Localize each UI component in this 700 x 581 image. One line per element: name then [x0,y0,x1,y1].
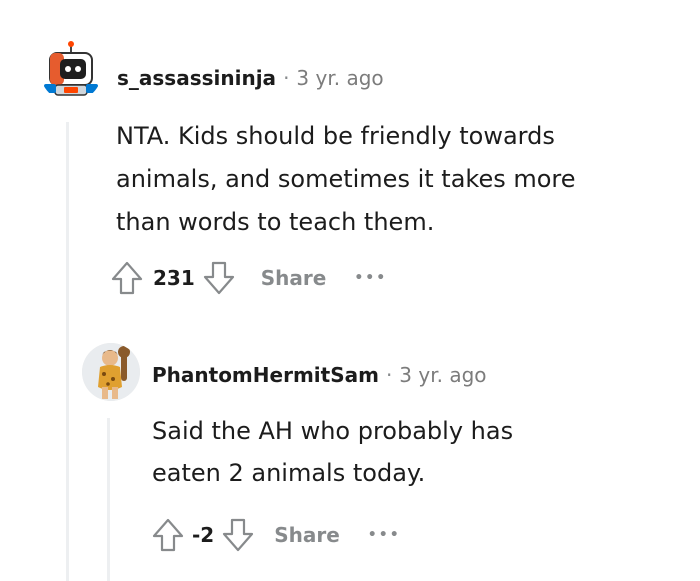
downvote-arrow-icon [223,518,254,552]
vote-score: 231 [153,266,195,290]
thread-line-top[interactable] [66,122,69,581]
comment-body-line: Said the AH who probably has [152,417,514,445]
more-options-button[interactable]: ••• [368,527,401,543]
comment-body-line: NTA. Kids should be friendly towards [116,122,555,150]
comment-body: Said the AH who probably has eaten 2 ani… [152,410,672,494]
username[interactable]: PhantomHermitSam [152,363,379,387]
comment-body: NTA. Kids should be friendly towards ani… [116,115,676,244]
comment-meta: s_assassininja · 3 yr. ago [117,66,384,90]
upvote-arrow-icon [111,261,143,295]
caveman-avatar-icon [82,343,140,401]
share-button[interactable]: Share [261,266,327,290]
comment-age[interactable]: 3 yr. ago [399,363,486,387]
comment-actions: -2 Share ••• [148,515,401,555]
vote-score: -2 [192,523,215,547]
user-avatar[interactable] [40,40,102,102]
upvote-arrow-icon [152,518,184,552]
comment-body-line: than words to teach them. [116,208,435,236]
downvote-button[interactable] [199,258,239,298]
share-button[interactable]: Share [274,523,340,547]
downvote-arrow-icon [203,261,234,295]
meta-separator: · [283,66,290,90]
thread-line-reply[interactable] [107,418,110,581]
upvote-button[interactable] [148,515,188,555]
more-options-button[interactable]: ••• [354,270,387,286]
comment-actions: 231 Share ••• [107,258,387,298]
username[interactable]: s_assassininja [117,66,276,90]
comment-meta: PhantomHermitSam · 3 yr. ago [152,363,487,387]
robot-avatar-icon [44,41,98,96]
meta-separator: · [385,363,393,387]
comment-body-line: eaten 2 animals today. [152,459,426,487]
upvote-button[interactable] [107,258,147,298]
user-avatar[interactable] [82,343,140,401]
comment-body-line: animals, and sometimes it takes more [116,165,576,193]
comment-age[interactable]: 3 yr. ago [296,66,383,90]
downvote-button[interactable] [218,515,258,555]
